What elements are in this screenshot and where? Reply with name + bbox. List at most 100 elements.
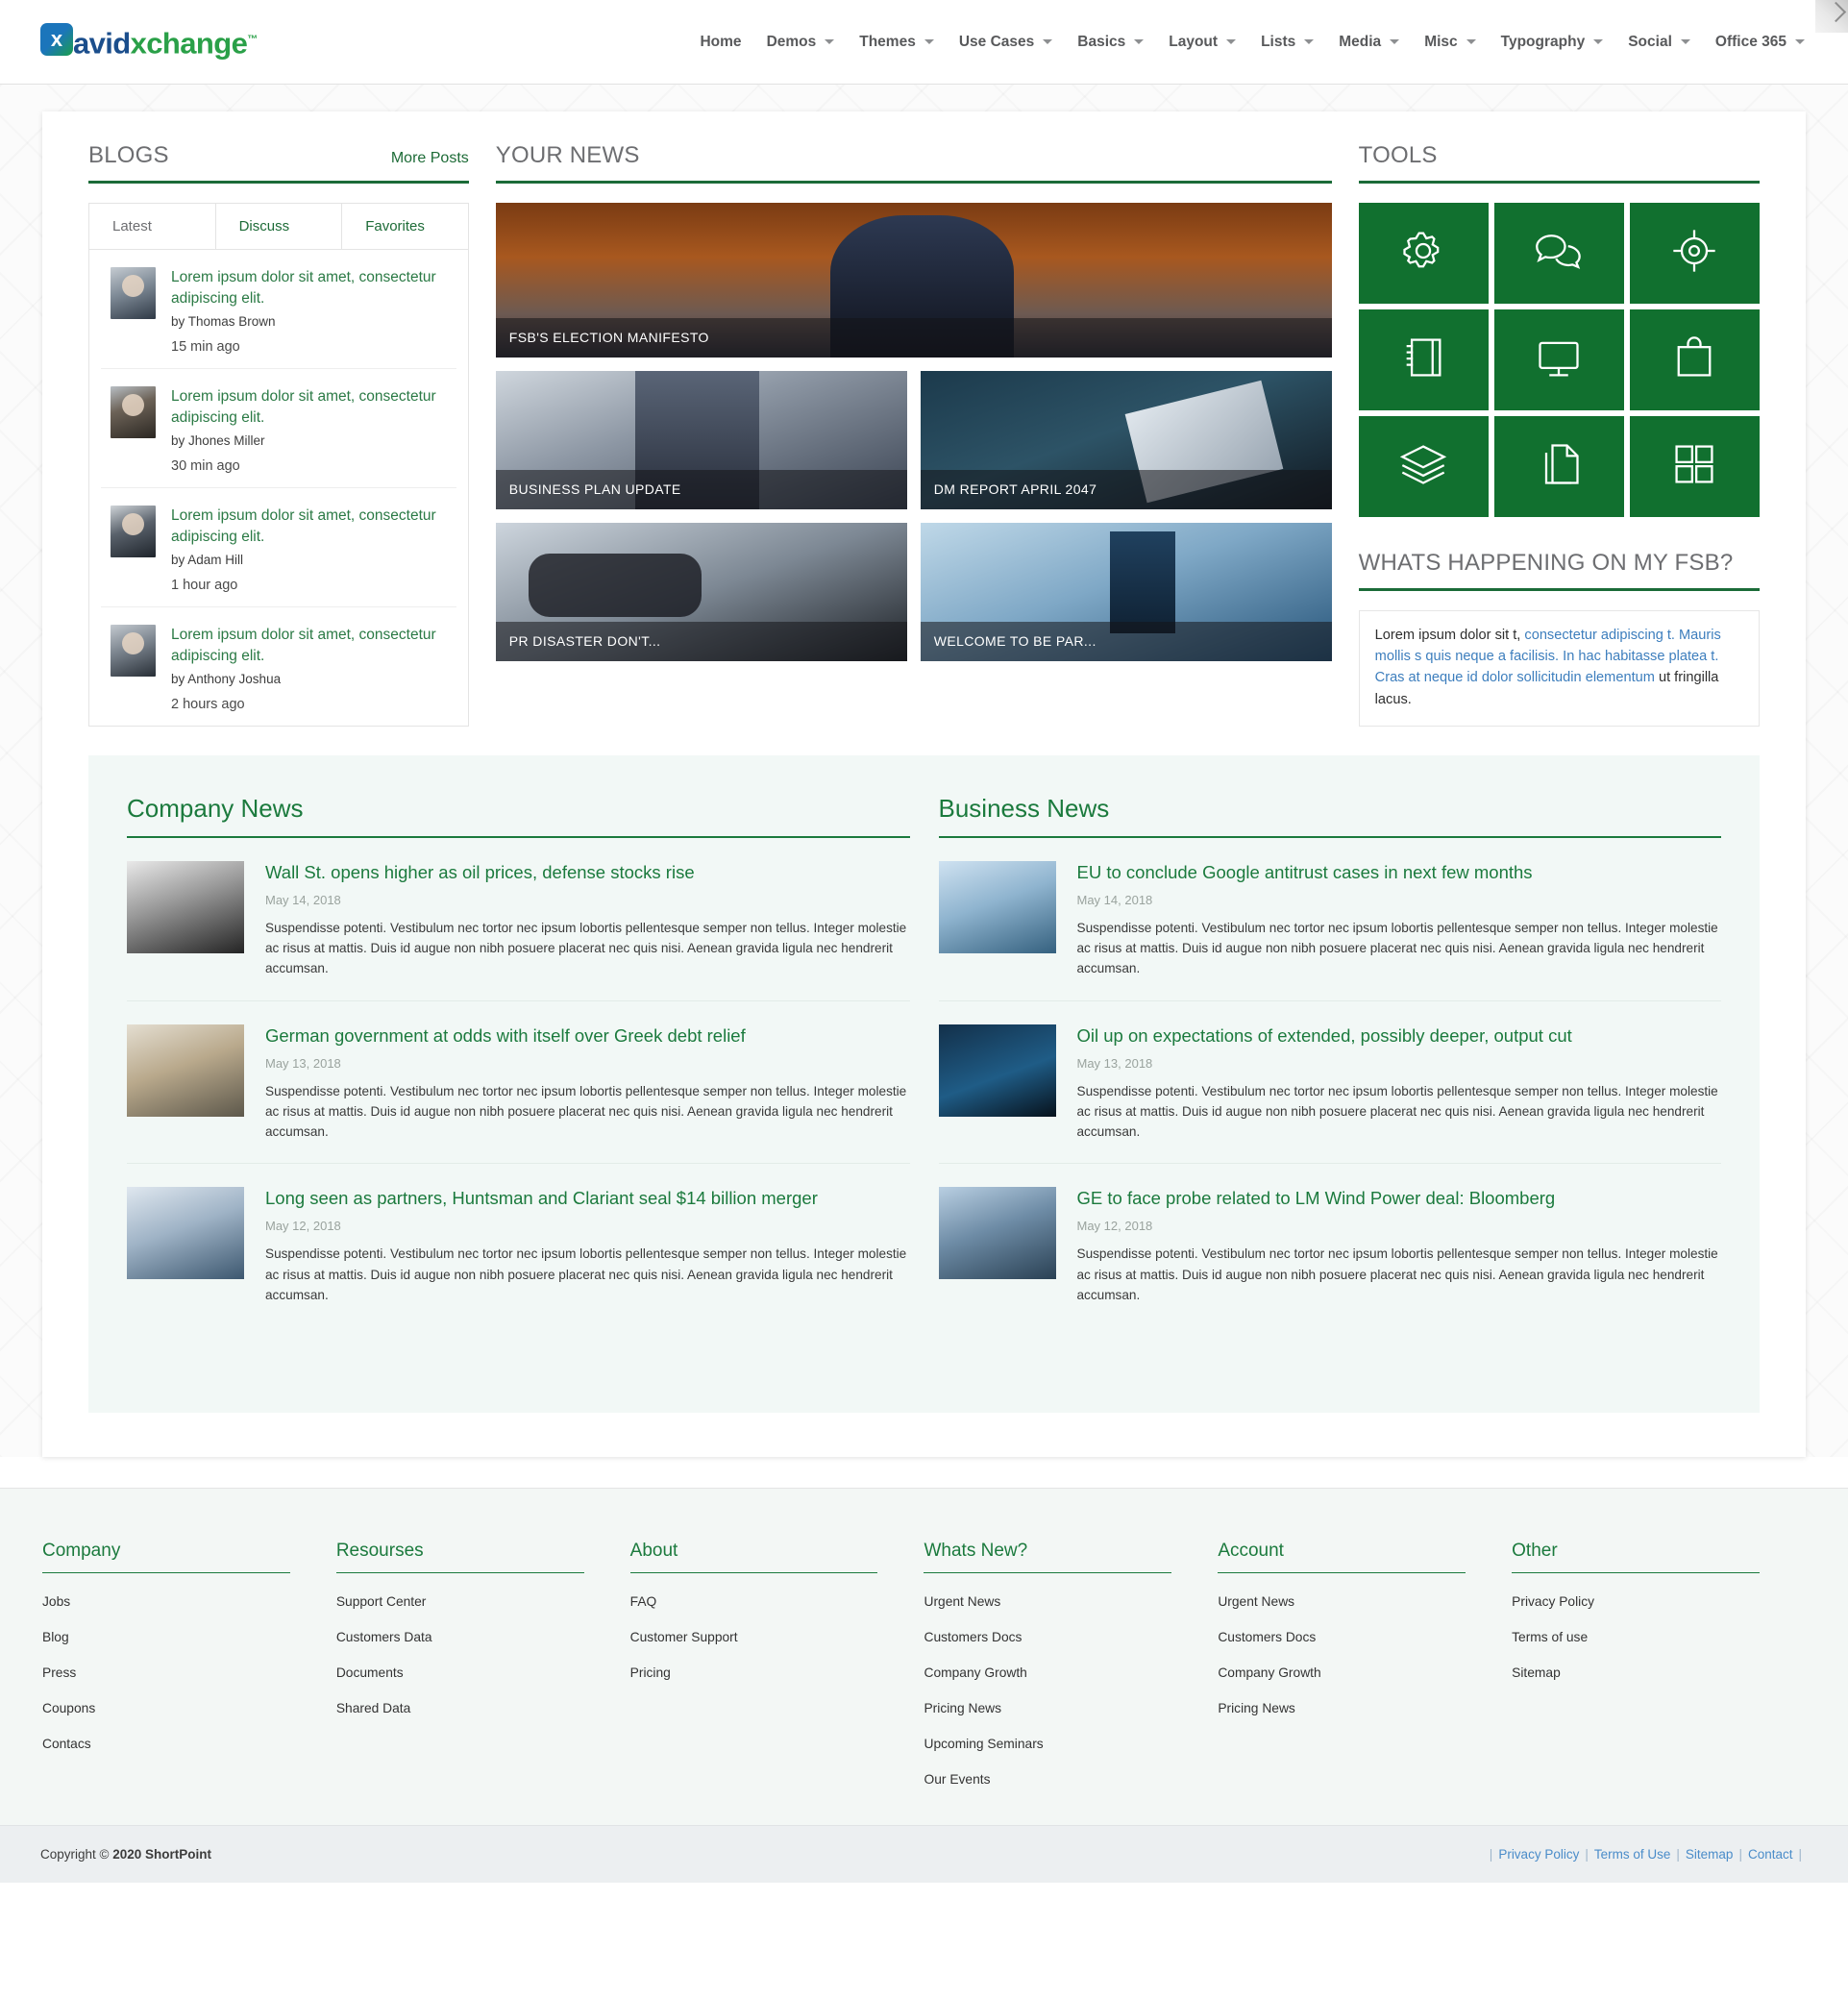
news-tile[interactable]: BUSINESS PLAN UPDATE (495, 371, 907, 509)
nav-item-media[interactable]: Media (1326, 24, 1412, 61)
news-article-item[interactable]: EU to conclude Google antitrust cases in… (938, 838, 1722, 1000)
footer-link[interactable]: Our Events (924, 1772, 1171, 1787)
footer-link[interactable]: Pricing (630, 1665, 878, 1680)
tool-tile-layers[interactable] (1358, 416, 1489, 517)
nav-item-office-365[interactable]: Office 365 (1703, 24, 1817, 61)
copyright-link-privacy-policy[interactable]: Privacy Policy (1498, 1847, 1579, 1862)
news-article-item[interactable]: GE to face probe related to LM Wind Powe… (938, 1163, 1722, 1326)
footer-link[interactable]: Company Growth (1218, 1665, 1466, 1680)
news-article-item[interactable]: German government at odds with itself ov… (127, 999, 910, 1164)
article-title[interactable]: EU to conclude Google antitrust cases in… (1077, 861, 1722, 884)
blog-post-title[interactable]: Lorem ipsum dolor sit amet, consectetur … (171, 506, 439, 548)
article-title[interactable]: Wall St. opens higher as oil prices, def… (265, 861, 910, 884)
blog-post-time: 30 min ago (171, 458, 240, 474)
article-title[interactable]: Oil up on expectations of extended, poss… (1077, 1024, 1722, 1048)
footer-link[interactable]: Documents (336, 1665, 584, 1680)
news-tile[interactable]: DM REPORT APRIL 2047 (920, 371, 1332, 509)
nav-item-misc[interactable]: Misc (1412, 24, 1488, 61)
footer-column-title: Whats New? (924, 1541, 1028, 1561)
brand-name-part2: xchange (130, 26, 248, 61)
tool-tile-target[interactable] (1629, 203, 1760, 304)
brand-logo[interactable]: x avidxchange™ (40, 23, 258, 60)
news-tile[interactable]: FSB'S ELECTION MANIFESTO (495, 203, 1332, 358)
blog-tab-favorites[interactable]: Favorites (341, 204, 468, 249)
news-tile-row: BUSINESS PLAN UPDATE DM REPORT APRIL 204… (495, 371, 1332, 509)
blogs-header: BLOGS More Posts (88, 142, 469, 169)
tool-tile-notebook[interactable] (1358, 309, 1489, 410)
site-header: x avidxchange™ Home Demos Themes Use Cases B… (0, 0, 1848, 85)
footer-link[interactable]: Blog (42, 1630, 290, 1644)
article-title[interactable]: Long seen as partners, Huntsman and Clar… (265, 1187, 910, 1210)
blog-post-title[interactable]: Lorem ipsum dolor sit amet, consectetur … (171, 625, 439, 667)
footer-link[interactable]: Shared Data (336, 1701, 584, 1715)
tool-tile-gear[interactable] (1358, 203, 1489, 304)
footer-link[interactable]: Company Growth (924, 1665, 1171, 1680)
footer-link[interactable]: FAQ (630, 1594, 878, 1609)
footer-link[interactable]: Contacs (42, 1737, 290, 1751)
nav-item-social[interactable]: Social (1615, 24, 1703, 61)
news-article-item[interactable]: Oil up on expectations of extended, poss… (938, 999, 1722, 1164)
page-corner-fold-icon[interactable] (1815, 0, 1848, 33)
nav-item-lists[interactable]: Lists (1248, 24, 1326, 61)
footer-column-divider (924, 1572, 1172, 1573)
article-title[interactable]: GE to face probe related to LM Wind Powe… (1077, 1187, 1722, 1210)
more-posts-link[interactable]: More Posts (391, 150, 469, 169)
blog-post-item[interactable]: Lorem ipsum dolor sit amet, consectetur … (101, 606, 456, 726)
footer-link[interactable]: Coupons (42, 1701, 290, 1715)
nav-item-use-cases[interactable]: Use Cases (947, 24, 1065, 61)
blog-tab-discuss[interactable]: Discuss (214, 204, 342, 249)
tool-tile-monitor[interactable] (1493, 309, 1624, 410)
nav-item-layout[interactable]: Layout (1156, 24, 1248, 61)
footer-link[interactable]: Sitemap (1512, 1665, 1760, 1680)
footer-link[interactable]: Pricing News (1218, 1701, 1466, 1715)
tool-tile-grid[interactable] (1629, 416, 1760, 517)
footer-link[interactable]: Customers Docs (1218, 1630, 1466, 1644)
footer-column-divider (1218, 1572, 1466, 1573)
nav-item-basics[interactable]: Basics (1065, 24, 1156, 61)
copyright-link-contact[interactable]: Contact (1748, 1847, 1793, 1862)
footer-link[interactable]: Privacy Policy (1512, 1594, 1760, 1609)
footer-link[interactable]: Urgent News (1218, 1594, 1466, 1609)
article-thumbnail (127, 861, 244, 953)
article-date: May 14, 2018 (265, 893, 341, 908)
footer-link[interactable]: Pricing News (924, 1701, 1171, 1715)
footer-link[interactable]: Customers Docs (924, 1630, 1171, 1644)
news-article-item[interactable]: Long seen as partners, Huntsman and Clar… (127, 1163, 910, 1326)
news-tile[interactable]: PR DISASTER DON'T... (495, 523, 907, 661)
nav-item-themes[interactable]: Themes (847, 24, 947, 61)
nav-item-typography[interactable]: Typography (1489, 24, 1616, 61)
copyright-link-sitemap[interactable]: Sitemap (1686, 1847, 1734, 1862)
news-tile-caption: FSB'S ELECTION MANIFESTO (495, 318, 1332, 358)
footer-link[interactable]: Jobs (42, 1594, 290, 1609)
nav-item-demos[interactable]: Demos (754, 24, 848, 61)
footer-link[interactable]: Terms of use (1512, 1630, 1760, 1644)
avatar (111, 386, 156, 438)
news-tile[interactable]: WELCOME TO BE PAR... (920, 523, 1332, 661)
copyright-link-terms-of-use[interactable]: Terms of Use (1594, 1847, 1671, 1862)
footer-link[interactable]: Customer Support (630, 1630, 878, 1644)
footer-link[interactable]: Press (42, 1665, 290, 1680)
article-thumbnail (127, 1187, 244, 1280)
whats-happening-header: WHATS HAPPENING ON MY FSB? (1359, 550, 1760, 577)
footer-link[interactable]: Support Center (336, 1594, 584, 1609)
article-title[interactable]: German government at odds with itself ov… (265, 1024, 910, 1048)
footer-link[interactable]: Customers Data (336, 1630, 584, 1644)
tool-tile-shopping-bag[interactable] (1629, 309, 1760, 410)
chevron-down-icon (1795, 39, 1805, 44)
tool-tile-documents[interactable] (1493, 416, 1624, 517)
news-article-item[interactable]: Wall St. opens higher as oil prices, def… (127, 838, 910, 1000)
news-tile-row: PR DISASTER DON'T... WELCOME TO BE PAR..… (495, 523, 1332, 661)
blog-post-item[interactable]: Lorem ipsum dolor sit amet, consectetur … (101, 368, 456, 487)
footer-link[interactable]: Urgent News (924, 1594, 1171, 1609)
tool-tile-chat[interactable] (1493, 203, 1624, 304)
blog-post-title[interactable]: Lorem ipsum dolor sit amet, consectetur … (171, 267, 451, 309)
blog-tab-latest[interactable]: Latest (89, 204, 215, 249)
blog-post-item[interactable]: Lorem ipsum dolor sit amet, consectetur … (101, 487, 456, 606)
blog-post-title[interactable]: Lorem ipsum dolor sit amet, consectetur … (171, 386, 439, 429)
whats-happening-title: WHATS HAPPENING ON MY FSB? (1358, 550, 1734, 576)
blog-post-item[interactable]: Lorem ipsum dolor sit amet, consectetur … (89, 250, 468, 368)
footer-column-other: Other Privacy Policy Terms of use Sitemap (1512, 1541, 1806, 1787)
footer-link[interactable]: Upcoming Seminars (924, 1737, 1171, 1751)
tools-divider (1358, 181, 1760, 184)
nav-item-home[interactable]: Home (687, 24, 753, 61)
